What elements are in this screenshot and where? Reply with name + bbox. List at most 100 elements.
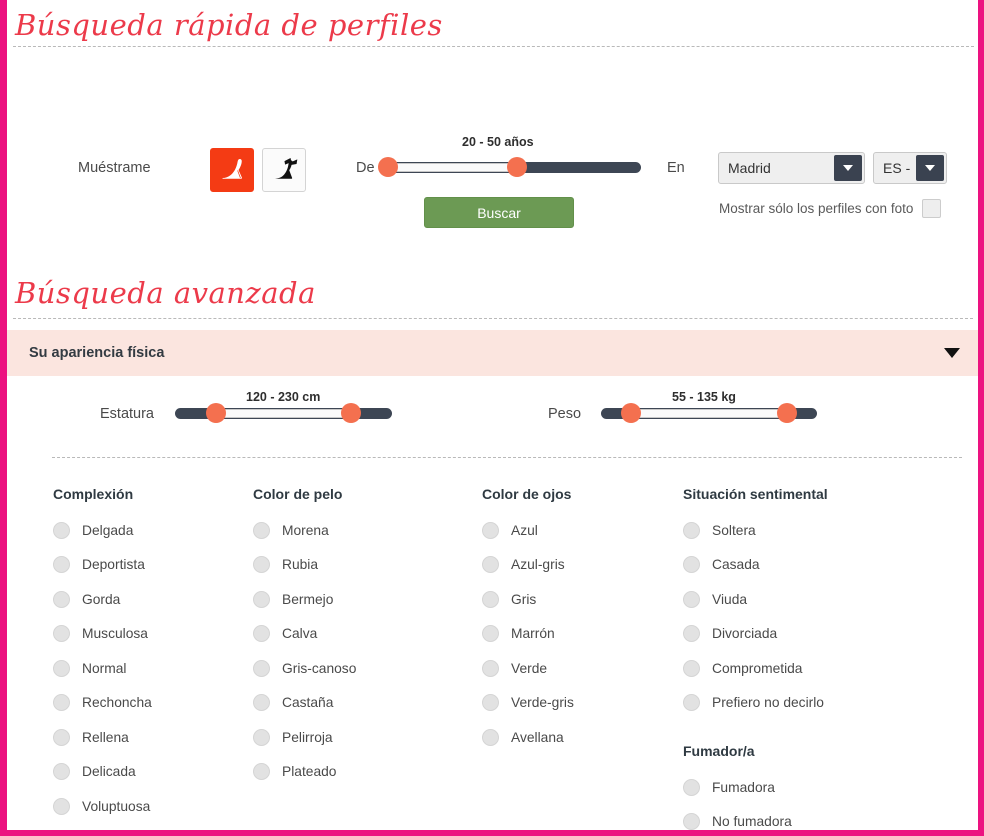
option-label: Prefiero no decirlo [712,695,824,711]
option-complexion-4[interactable]: Normal [53,651,231,686]
radio-icon[interactable] [683,556,700,574]
option-label: No fumadora [712,814,792,830]
radio-icon[interactable] [53,694,70,712]
radio-icon[interactable] [683,590,700,608]
radio-icon[interactable] [253,590,270,608]
age-slider-handle-max[interactable] [507,157,528,177]
radio-icon[interactable] [253,521,270,539]
option-eye-1[interactable]: Azul-gris [482,548,674,583]
option-hair-1[interactable]: Rubia [253,548,455,583]
radio-icon[interactable] [53,797,70,815]
option-smoker-0[interactable]: Fumadora [683,770,934,805]
option-complexion-6[interactable]: Rellena [53,720,231,755]
chevron-down-icon[interactable] [916,155,944,181]
option-eye-6[interactable]: Avellana [482,720,674,755]
advanced-search-heading: Búsqueda avanzada [15,276,316,310]
option-hair-7[interactable]: Plateado [253,755,455,790]
radio-icon[interactable] [683,625,700,643]
option-label: Gris [511,591,537,607]
radio-icon[interactable] [482,521,499,539]
option-eye-2[interactable]: Gris [482,582,674,617]
radio-icon[interactable] [482,625,499,643]
radio-icon[interactable] [683,659,700,677]
option-complexion-0[interactable]: Delgada [53,513,231,548]
height-slider-handle-min[interactable] [206,403,227,423]
option-eye-4[interactable]: Verde [482,651,674,686]
group-title-eye-color: Color de ojos [482,486,572,502]
radio-icon[interactable] [53,659,70,677]
option-complexion-1[interactable]: Deportista [53,548,231,583]
gender-option-male[interactable] [262,148,306,192]
option-eye-5[interactable]: Verde-gris [482,686,674,721]
radio-icon[interactable] [53,625,70,643]
radio-icon[interactable] [253,694,270,712]
weight-range-slider[interactable] [601,403,817,423]
search-button[interactable]: Buscar [424,197,574,228]
option-complexion-7[interactable]: Delicada [53,755,231,790]
height-range-label: 120 - 230 cm [246,390,321,404]
option-label: Soltera [712,522,756,538]
photo-only-row[interactable]: Mostrar sólo los perfiles con foto [719,199,942,218]
option-label: Delicada [82,764,136,780]
option-hair-6[interactable]: Pelirroja [253,720,455,755]
radio-icon[interactable] [253,659,270,677]
age-slider-handle-min[interactable] [378,157,398,177]
radio-icon[interactable] [253,625,270,643]
option-hair-2[interactable]: Bermejo [253,582,455,617]
option-relationship-1[interactable]: Casada [683,548,934,583]
radio-icon[interactable] [683,521,700,539]
option-hair-5[interactable]: Castaña [253,686,455,721]
option-complexion-5[interactable]: Rechoncha [53,686,231,721]
option-relationship-0[interactable]: Soltera [683,513,934,548]
radio-icon[interactable] [683,694,700,712]
city-select[interactable]: Madrid [718,152,865,184]
option-complexion-3[interactable]: Musculosa [53,617,231,652]
weight-slider-handle-max[interactable] [776,403,797,423]
language-select[interactable]: ES - [873,152,947,184]
radio-icon[interactable] [53,521,70,539]
sliders-divider [52,457,962,458]
option-label: Azul-gris [511,557,565,573]
gender-option-female[interactable] [210,148,254,192]
column-complexion: Complexión Delgada Deportista Gorda Musc… [7,486,231,830]
radio-icon[interactable] [53,763,70,781]
chevron-down-icon[interactable] [944,348,960,358]
option-relationship-3[interactable]: Divorciada [683,617,934,652]
option-smoker-1[interactable]: No fumadora [683,805,934,830]
option-hair-0[interactable]: Morena [253,513,455,548]
radio-icon[interactable] [253,763,270,781]
age-range-slider[interactable] [378,157,641,177]
option-hair-3[interactable]: Calva [253,617,455,652]
option-relationship-5[interactable]: Prefiero no decirlo [683,686,934,721]
radio-icon[interactable] [683,813,700,830]
radio-icon[interactable] [53,728,70,746]
height-range-slider[interactable] [175,403,392,423]
radio-icon[interactable] [482,556,499,574]
weight-slider-handle-min[interactable] [621,403,642,423]
radio-icon[interactable] [482,590,499,608]
option-eye-3[interactable]: Marrón [482,617,674,652]
height-slider-handle-max[interactable] [340,403,361,423]
option-hair-4[interactable]: Gris-canoso [253,651,455,686]
option-relationship-4[interactable]: Comprometida [683,651,934,686]
radio-icon[interactable] [253,556,270,574]
radio-icon[interactable] [482,728,499,746]
height-slider-fill [216,409,351,418]
section-header-apariencia-fisica[interactable]: Su apariencia física [7,330,978,376]
option-label: Fumadora [712,779,775,795]
radio-icon[interactable] [482,694,499,712]
photo-only-checkbox[interactable] [922,199,942,218]
radio-icon[interactable] [53,556,70,574]
radio-icon[interactable] [683,778,700,796]
option-label: Normal [82,660,127,676]
radio-icon[interactable] [253,728,270,746]
option-eye-0[interactable]: Azul [482,513,674,548]
radio-icon[interactable] [53,590,70,608]
radio-icon[interactable] [482,659,499,677]
option-complexion-2[interactable]: Gorda [53,582,231,617]
option-relationship-2[interactable]: Viuda [683,582,934,617]
option-complexion-8[interactable]: Voluptuosa [53,789,231,824]
chevron-down-icon[interactable] [834,155,862,181]
quick-search-row: Muéstrame De 20 - 50 años En Madrid ES -… [7,47,978,218]
option-label: Morena [282,522,329,538]
